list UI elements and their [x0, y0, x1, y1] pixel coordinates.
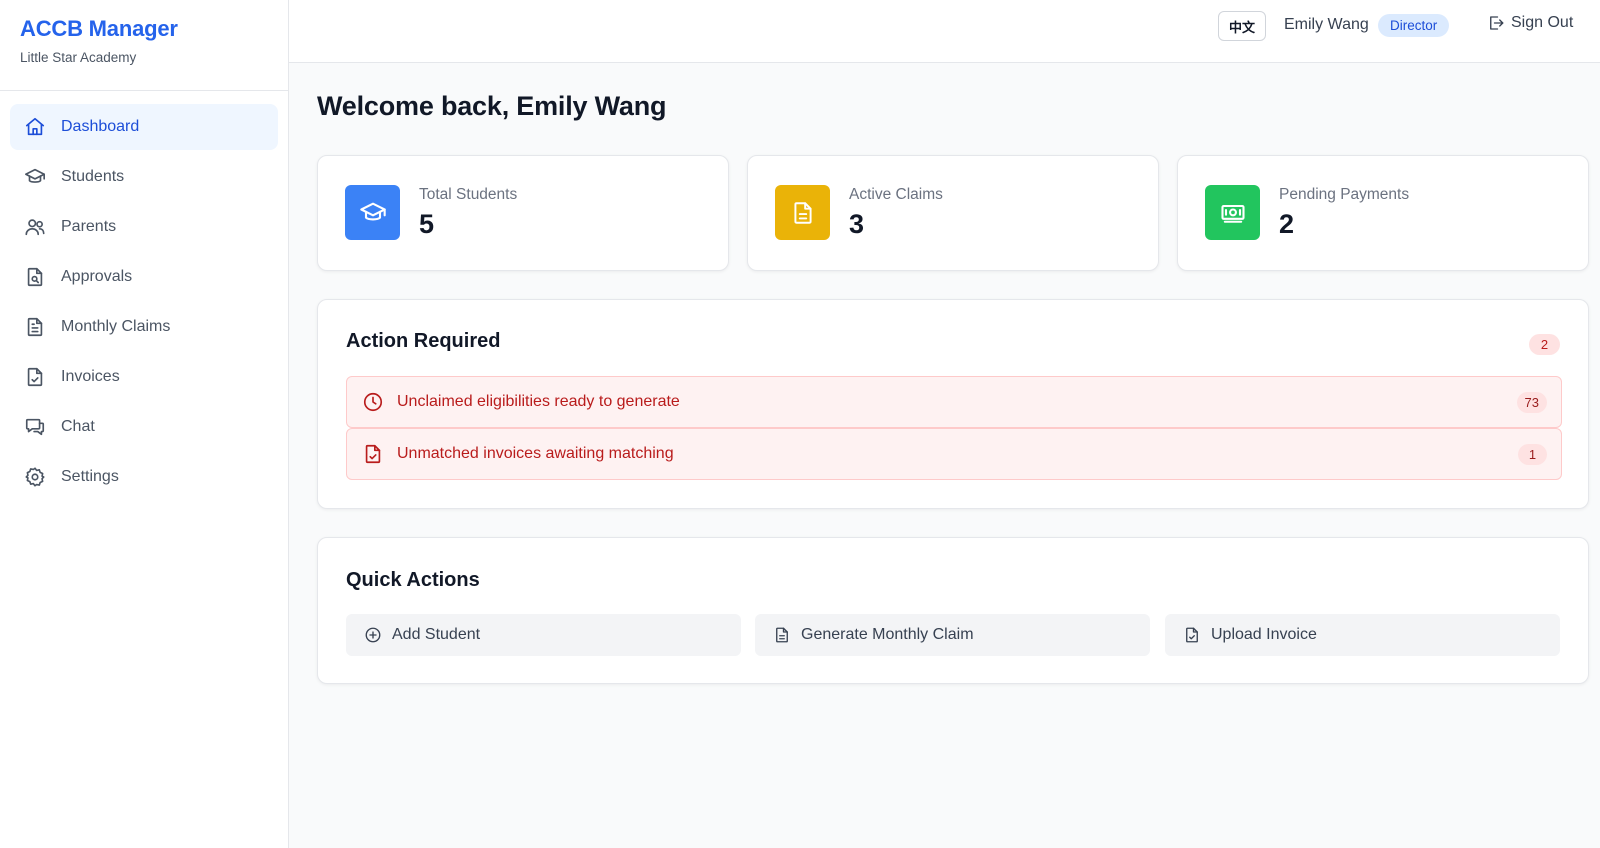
sidebar-item-settings[interactable]: Settings	[10, 454, 278, 500]
action-required-title: Action Required	[346, 330, 501, 352]
home-icon	[24, 116, 46, 138]
quick-action-label: Upload Invoice	[1211, 626, 1317, 643]
sidebar-nav: Dashboard Students Parents Approvals Mon…	[0, 91, 288, 500]
quick-actions-panel: Quick Actions Add Student Generate Month…	[317, 537, 1589, 684]
sidebar-item-approvals[interactable]: Approvals	[10, 254, 278, 300]
sidebar-item-label: Chat	[61, 418, 95, 435]
users-icon	[24, 216, 46, 238]
alert-count-badge: 1	[1518, 444, 1547, 465]
sidebar-item-students[interactable]: Students	[10, 154, 278, 200]
app-title[interactable]: ACCB Manager	[20, 16, 268, 42]
file-text-icon	[24, 316, 46, 338]
alert-count-badge: 73	[1516, 392, 1547, 413]
stat-value: 5	[419, 209, 435, 239]
stat-card-pending-payments[interactable]: Pending Payments 2	[1177, 155, 1589, 271]
file-check-icon	[24, 366, 46, 388]
alert-unmatched-invoices[interactable]: Unmatched invoices awaiting matching 1	[346, 428, 1562, 480]
language-toggle-button[interactable]: 中文	[1218, 11, 1266, 41]
quick-action-label: Add Student	[392, 626, 481, 643]
file-text-icon	[775, 185, 830, 240]
top-header: 中文 Emily Wang Director Sign Out	[289, 0, 1600, 63]
file-search-icon	[24, 266, 46, 288]
sign-out-icon	[1487, 14, 1505, 32]
plus-circle-icon	[364, 626, 382, 644]
sidebar-item-invoices[interactable]: Invoices	[10, 354, 278, 400]
file-text-icon	[773, 626, 791, 644]
chat-icon	[24, 416, 46, 438]
sidebar-item-monthly-claims[interactable]: Monthly Claims	[10, 304, 278, 350]
stat-card-total-students[interactable]: Total Students 5	[317, 155, 729, 271]
graduation-cap-icon	[345, 185, 400, 240]
file-check-icon	[362, 443, 384, 465]
banknote-icon	[1205, 185, 1260, 240]
file-check-icon	[1183, 626, 1201, 644]
sidebar-item-parents[interactable]: Parents	[10, 204, 278, 250]
page-title: Welcome back, Emily Wang	[317, 91, 667, 121]
alert-label: Unclaimed eligibilities ready to generat…	[397, 393, 680, 410]
sidebar-item-chat[interactable]: Chat	[10, 404, 278, 450]
clock-icon	[362, 391, 384, 413]
sidebar-item-label: Settings	[61, 468, 119, 485]
stat-label: Active Claims	[849, 186, 943, 203]
stat-value: 3	[849, 209, 865, 239]
sidebar-item-label: Students	[61, 168, 125, 185]
graduation-cap-icon	[24, 166, 46, 188]
stat-label: Total Students	[419, 186, 518, 203]
stat-card-active-claims[interactable]: Active Claims 3	[747, 155, 1159, 271]
alert-label: Unmatched invoices awaiting matching	[397, 445, 674, 462]
sidebar-item-label: Dashboard	[61, 118, 140, 135]
add-student-button[interactable]: Add Student	[346, 614, 741, 656]
generate-monthly-claim-button[interactable]: Generate Monthly Claim	[755, 614, 1150, 656]
sidebar-item-dashboard[interactable]: Dashboard	[10, 104, 278, 150]
sign-out-button[interactable]: Sign Out	[1487, 14, 1573, 32]
role-badge: Director	[1378, 14, 1450, 37]
user-name: Emily Wang	[1284, 16, 1369, 33]
sidebar-item-label: Approvals	[61, 268, 133, 285]
quick-actions-title: Quick Actions	[346, 569, 480, 591]
app-subtitle: Little Star Academy	[20, 50, 137, 65]
gear-icon	[24, 466, 46, 488]
quick-action-label: Generate Monthly Claim	[801, 626, 974, 643]
alert-unclaimed-eligibilities[interactable]: Unclaimed eligibilities ready to generat…	[346, 376, 1562, 428]
stat-value: 2	[1279, 209, 1295, 239]
stat-label: Pending Payments	[1279, 186, 1410, 203]
brand: ACCB Manager Little Star Academy	[0, 0, 288, 91]
sidebar-item-label: Parents	[61, 218, 117, 235]
action-required-count-badge: 2	[1529, 334, 1560, 355]
sidebar-item-label: Invoices	[61, 368, 120, 385]
upload-invoice-button[interactable]: Upload Invoice	[1165, 614, 1560, 656]
sign-out-label: Sign Out	[1511, 14, 1574, 31]
action-required-panel: Action Required 2 Unclaimed eligibilitie…	[317, 299, 1589, 509]
sidebar: ACCB Manager Little Star Academy Dashboa…	[0, 0, 289, 848]
sidebar-item-label: Monthly Claims	[61, 318, 171, 335]
